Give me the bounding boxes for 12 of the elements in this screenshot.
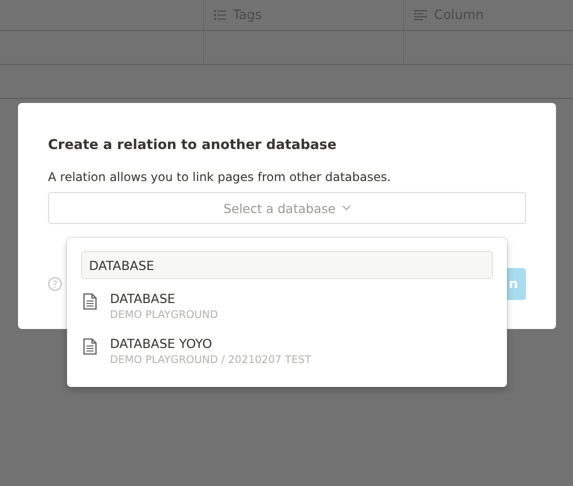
list-icon (214, 10, 226, 20)
document-icon (83, 338, 97, 355)
chevron-down-icon (342, 205, 351, 211)
database-option[interactable]: DATABASE DEMO PLAYGROUND (81, 279, 493, 324)
database-select[interactable]: Select a database (48, 192, 526, 224)
help-icon[interactable]: ? (48, 277, 62, 291)
dialog-title: Create a relation to another database (48, 137, 338, 153)
document-icon (83, 293, 97, 310)
text-lines-icon (414, 10, 427, 20)
search-field[interactable]: DATABASE (81, 251, 493, 279)
database-option[interactable]: DATABASE YOYO DEMO PLAYGROUND / 20210207 TEST (81, 324, 493, 369)
dialog-description: A relation allows you to link pages from other databases. (48, 170, 392, 184)
